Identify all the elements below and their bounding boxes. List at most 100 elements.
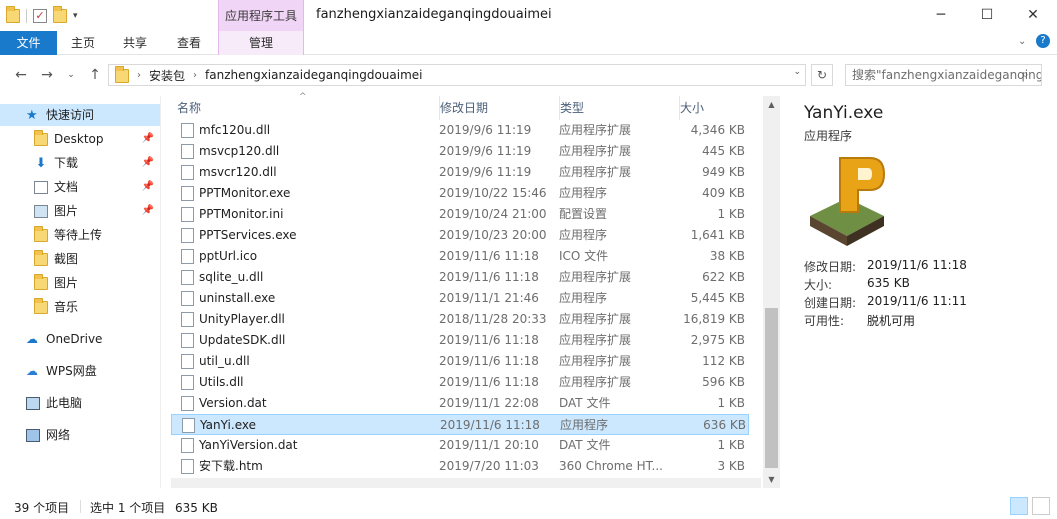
file-row[interactable]: PPTServices.exe 2019/10/23 20:00 应用程序 1,641… <box>171 225 749 246</box>
file-date: 2019/9/6 11:19 <box>439 144 532 158</box>
file-row[interactable]: pptUrl.ico 2019/11/6 11:18 ICO 文件 38 KB <box>171 246 749 267</box>
breadcrumb-separator-icon: › <box>193 69 198 81</box>
file-row[interactable]: YanYiVersion.dat 2019/11/1 20:10 DAT 文件 1 K… <box>171 435 749 456</box>
large-icons-view-icon[interactable] <box>1032 497 1050 515</box>
file-type: 应用程序 <box>559 228 608 242</box>
sidebar-item-downloads[interactable]: ⬇ 下载 📌 <box>0 152 160 174</box>
file-row[interactable]: PPTMonitor.ini 2019/10/24 21:00 配置设置 1 KB <box>171 204 749 225</box>
file-row[interactable]: UpdateSDK.dll 2019/11/6 11:18 应用程序扩展 2,975 … <box>171 330 749 351</box>
file-row[interactable]: PPTMonitor.exe 2019/10/22 15:46 应用程序 409 KB <box>171 183 749 204</box>
horizontal-scrollbar[interactable] <box>171 478 761 488</box>
file-row[interactable]: util_u.dll 2019/11/6 11:18 应用程序扩展 112 KB <box>171 351 749 372</box>
sidebar-item-screenshots[interactable]: 截图 <box>0 248 160 270</box>
cloud-icon: ☁ <box>26 331 38 346</box>
context-tab-header: 应用程序工具 <box>218 0 304 31</box>
file-row[interactable]: msvcr120.dll 2019/9/6 11:19 应用程序扩展 949 KB <box>171 162 749 183</box>
file-row[interactable]: Utils.dll 2019/11/6 11:18 应用程序扩展 596 KB <box>171 372 749 393</box>
sidebar-item-music[interactable]: 音乐 <box>0 296 160 318</box>
file-date: 2018/11/28 20:33 <box>439 312 547 326</box>
sidebar-item-quick-access[interactable]: ★ 快速访问 <box>0 104 160 126</box>
sidebar-item-pictures[interactable]: 图片 📌 <box>0 200 160 222</box>
tab-manage[interactable]: 管理 <box>218 31 304 55</box>
scroll-thumb[interactable] <box>765 308 778 468</box>
sidebar-item-pending-upload[interactable]: 等待上传 <box>0 224 160 246</box>
file-name: pptUrl.ico <box>199 249 258 263</box>
sidebar-item-network[interactable]: 网络 <box>0 424 160 446</box>
file-size: 1 KB <box>717 207 745 221</box>
file-row[interactable]: mfc120u.dll 2019/9/6 11:19 应用程序扩展 4,346 KB <box>171 120 749 141</box>
file-row[interactable]: YanYi.exe 2019/11/6 11:18 应用程序 636 KB <box>171 414 749 435</box>
file-size: 4,346 KB <box>690 123 745 137</box>
file-name: UnityPlayer.dll <box>199 312 285 326</box>
file-row[interactable]: sqlite_u.dll 2019/11/6 11:18 应用程序扩展 622 KB <box>171 267 749 288</box>
size-label: 大小: <box>804 278 833 292</box>
recent-chevron-icon[interactable]: ⌄ <box>62 66 80 84</box>
properties-icon[interactable]: ✓ <box>33 9 47 23</box>
file-icon <box>181 207 194 222</box>
customize-toolbar-icon[interactable]: ▾ <box>73 11 78 21</box>
folder-icon <box>115 66 129 83</box>
file-date: 2019/11/6 11:18 <box>439 354 539 368</box>
forward-arrow-icon[interactable]: → <box>38 66 56 84</box>
file-row[interactable]: msvcp120.dll 2019/9/6 11:19 应用程序扩展 445 KB <box>171 141 749 162</box>
search-input[interactable]: 搜索"fanzhengxianzaideganqingdouaimei" <box>845 64 1042 86</box>
minimize-button[interactable]: ─ <box>918 0 964 31</box>
file-size: 5,445 KB <box>690 291 745 305</box>
sidebar-item-this-pc[interactable]: 此电脑 <box>0 392 160 414</box>
file-row[interactable]: uninstall.exe 2019/11/1 21:46 应用程序 5,445 KB <box>171 288 749 309</box>
column-header-size[interactable]: 大小 <box>679 96 749 120</box>
column-header-type[interactable]: 类型 <box>559 96 671 120</box>
sidebar-item-wps[interactable]: ☁ WPS网盘 <box>0 360 160 382</box>
details-view-icon[interactable] <box>1010 497 1028 515</box>
folder-icon[interactable] <box>6 6 20 23</box>
file-name: mfc120u.dll <box>199 123 271 137</box>
file-type: 应用程序扩展 <box>559 144 632 158</box>
maximize-button[interactable]: ☐ <box>964 0 1010 31</box>
address-dropdown-icon[interactable]: ⌄ <box>793 67 801 77</box>
pin-icon: 📌 <box>141 157 154 168</box>
sidebar-item-documents[interactable]: 文档 📌 <box>0 176 160 198</box>
file-type: 应用程序 <box>560 418 609 432</box>
tab-view[interactable]: 查看 <box>167 31 211 55</box>
file-size: 949 KB <box>702 165 745 179</box>
sidebar-item-onedrive[interactable]: ☁ OneDrive <box>0 328 160 350</box>
back-arrow-icon[interactable]: ← <box>12 66 30 84</box>
file-row[interactable]: UnityPlayer.dll 2018/11/28 20:33 应用程序扩展 16,… <box>171 309 749 330</box>
file-date: 2019/11/1 22:08 <box>439 396 539 410</box>
file-row[interactable]: Version.dat 2019/11/1 22:08 DAT 文件 1 KB <box>171 393 749 414</box>
selection-count: 选中 1 个项目 <box>90 501 166 515</box>
file-icon <box>181 354 194 369</box>
column-header-date[interactable]: 修改日期 <box>439 96 551 120</box>
scroll-down-icon[interactable]: ▼ <box>763 471 780 488</box>
help-icon[interactable]: ? <box>1036 34 1050 48</box>
file-size: 1,641 KB <box>690 228 745 242</box>
vertical-scrollbar[interactable]: ▲ ▼ <box>763 96 780 488</box>
column-header-name[interactable]: 名称 <box>177 96 431 120</box>
file-type: 应用程序扩展 <box>559 354 632 368</box>
details-filename: YanYi.exe <box>804 103 884 123</box>
file-date: 2019/11/6 11:18 <box>440 418 540 432</box>
tab-file[interactable]: 文件 <box>0 31 57 55</box>
refresh-icon[interactable]: ↻ <box>811 64 833 86</box>
folder-icon <box>34 249 48 266</box>
address-bar[interactable]: › 安装包 › fanzhengxianzaideganqingdouaimei… <box>108 64 806 86</box>
file-row[interactable]: 安下载.htm 2019/7/20 11:03 360 Chrome HT... 3 … <box>171 456 749 477</box>
file-name: msvcp120.dll <box>199 144 280 158</box>
file-size: 636 KB <box>703 418 746 432</box>
tab-home[interactable]: 主页 <box>61 31 105 55</box>
file-size: 112 KB <box>702 354 745 368</box>
breadcrumb-item[interactable]: fanzhengxianzaideganqingdouaimei <box>205 68 422 82</box>
close-button[interactable]: ✕ <box>1010 0 1056 31</box>
scroll-up-icon[interactable]: ▲ <box>763 96 780 113</box>
tab-share[interactable]: 共享 <box>113 31 157 55</box>
up-arrow-icon[interactable]: ↑ <box>86 66 104 84</box>
quick-access-toolbar: ✓ ▾ <box>6 6 78 26</box>
sidebar-item-desktop[interactable]: Desktop 📌 <box>0 128 160 150</box>
sidebar-item-label: 网络 <box>46 428 71 442</box>
file-size: 1 KB <box>717 438 745 452</box>
new-folder-icon[interactable] <box>53 6 67 23</box>
file-icon <box>181 459 194 474</box>
breadcrumb-item[interactable]: 安装包 <box>149 67 185 84</box>
chevron-down-icon[interactable]: ⌄ <box>1018 36 1026 47</box>
sidebar-item-pictures-folder[interactable]: 图片 <box>0 272 160 294</box>
